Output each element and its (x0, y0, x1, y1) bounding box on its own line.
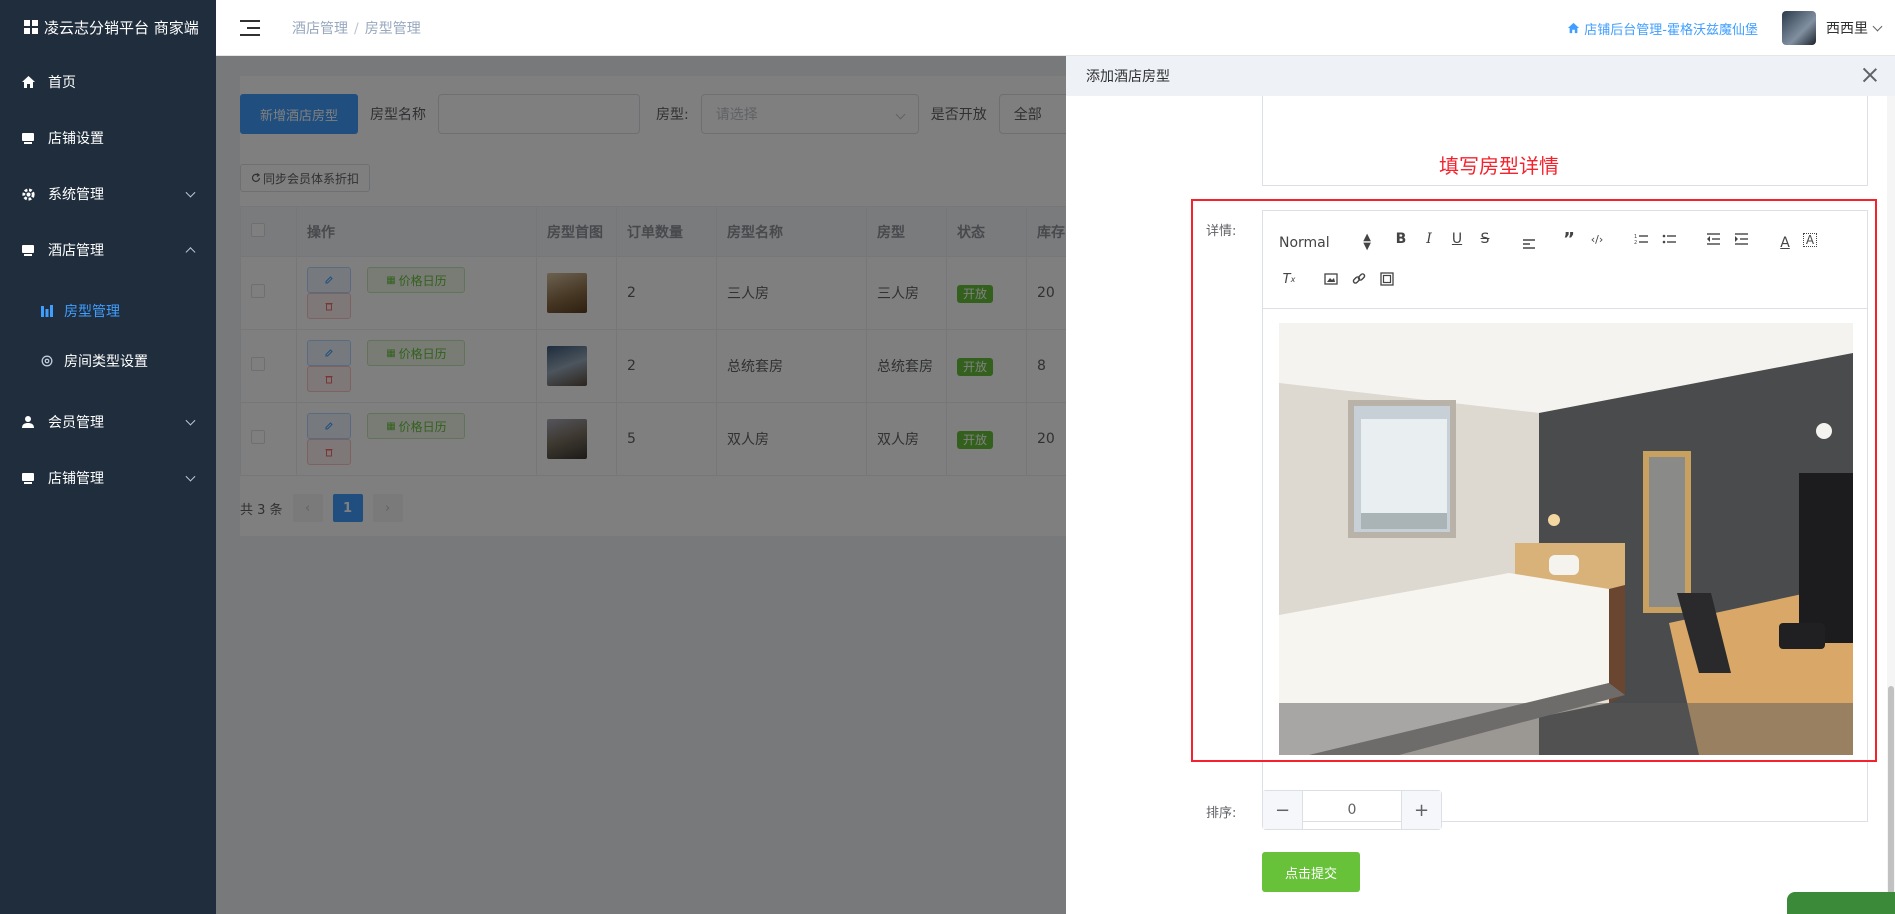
submit-button[interactable]: 点击提交 (1262, 852, 1360, 892)
sidebar-item-room-category-settings[interactable]: 房间类型设置 (0, 336, 216, 386)
store-icon (20, 130, 36, 146)
floating-widget[interactable] (1787, 892, 1895, 914)
sidebar-item-system[interactable]: 系统管理 (0, 166, 216, 222)
gear-icon (20, 186, 36, 202)
avatar[interactable] (1782, 11, 1816, 45)
chevron-down-icon (185, 187, 196, 198)
store-backend-link[interactable]: 店铺后台管理-霍格沃兹魔仙堡 (1567, 19, 1758, 38)
description-textarea[interactable] (1262, 96, 1868, 186)
sidebar-item-label: 店铺管理 (48, 471, 104, 487)
home-icon (1568, 22, 1580, 34)
sidebar-item-label: 会员管理 (48, 415, 104, 431)
sort-value-input[interactable]: 0 (1303, 802, 1401, 818)
sort-stepper: − 0 + (1262, 790, 1442, 830)
sidebar-item-label: 店铺设置 (48, 131, 104, 147)
home-icon (20, 74, 36, 90)
store-link-label: 店铺后台管理-霍格沃兹魔仙堡 (1584, 22, 1758, 38)
apps-icon (24, 20, 38, 34)
sidebar-item-label: 首页 (48, 75, 76, 91)
sidebar-item-room-types[interactable]: 房型管理 (0, 286, 216, 336)
chevron-down-icon (185, 415, 196, 426)
chevron-up-icon (185, 247, 196, 258)
sidebar-item-members[interactable]: 会员管理 (0, 394, 216, 450)
chart-icon (40, 304, 54, 318)
drawer-title: 添加酒店房型 (1086, 69, 1170, 85)
scrollbar-thumb[interactable] (1888, 686, 1894, 911)
sidebar-item-home[interactable]: 首页 (0, 54, 216, 110)
breadcrumb-item-current: 房型管理 (364, 20, 421, 37)
sidebar-item-store-settings[interactable]: 店铺设置 (0, 110, 216, 166)
gear-icon (40, 354, 54, 368)
breadcrumb-item[interactable]: 酒店管理 (292, 21, 348, 37)
sidebar-item-hotel[interactable]: 酒店管理 (0, 222, 216, 278)
sidebar: 凌云志分销平台 商家端 首页 店铺设置 系统管理 酒店管理 房型管理 房间类型设… (0, 0, 216, 914)
sidebar-item-label: 系统管理 (48, 187, 104, 203)
annotation-text: 填写房型详情 (1439, 154, 1559, 178)
store-icon (20, 470, 36, 486)
breadcrumb: 酒店管理 / 房型管理 (292, 20, 421, 37)
drawer-header: 添加酒店房型 (1066, 56, 1895, 96)
chevron-down-icon (185, 471, 196, 482)
close-icon[interactable] (1861, 66, 1879, 84)
hotel-icon (20, 242, 36, 258)
annotation-highlight-box (1191, 199, 1877, 762)
brand: 凌云志分销平台 商家端 (0, 0, 216, 54)
add-room-type-drawer: 添加酒店房型 填写房型详情 详情: Normal ▲ ▼ B I U S ” ‹/… (1066, 56, 1895, 914)
user-name[interactable]: 西西里 (1826, 18, 1868, 38)
increment-button[interactable]: + (1401, 791, 1441, 829)
drawer-scrollbar[interactable] (1887, 96, 1895, 914)
decrement-button[interactable]: − (1263, 791, 1303, 829)
sidebar-item-store-management[interactable]: 店铺管理 (0, 450, 216, 506)
sort-label: 排序: (1206, 806, 1237, 821)
hotel-submenu: 房型管理 房间类型设置 (0, 278, 216, 394)
sidebar-item-label: 酒店管理 (48, 243, 104, 259)
sidebar-item-label: 房型管理 (64, 304, 120, 320)
chevron-down-icon[interactable] (1872, 21, 1883, 31)
user-icon (20, 414, 36, 430)
top-header: 酒店管理 / 房型管理 店铺后台管理-霍格沃兹魔仙堡 西西里 (216, 0, 1895, 56)
menu-toggle-icon[interactable] (240, 19, 260, 36)
brand-title: 凌云志分销平台 商家端 (44, 18, 199, 37)
sidebar-item-label: 房间类型设置 (64, 354, 148, 370)
